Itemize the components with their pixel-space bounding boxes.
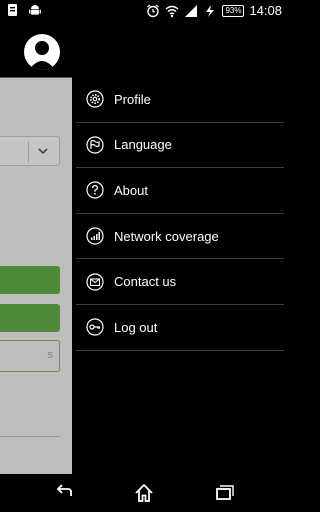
status-bar: 93% 14:08 (0, 0, 288, 22)
app-header (0, 22, 72, 78)
chevron-down-icon (38, 148, 48, 155)
signal-icon (185, 4, 198, 17)
question-icon (86, 181, 104, 200)
dropdown-select[interactable] (0, 136, 60, 166)
menu-item-log-out[interactable]: Log out (76, 305, 284, 351)
dropdown-divider (28, 141, 29, 163)
navigation-drawer: Profile Language About Network coverage … (72, 22, 288, 474)
outline-button-label: s (47, 349, 54, 361)
system-nav-bar (0, 474, 288, 512)
clock: 14:08 (249, 3, 282, 18)
secondary-button[interactable] (0, 304, 60, 332)
menu-item-profile[interactable]: Profile (76, 77, 284, 123)
underlying-page: s (0, 22, 72, 474)
back-icon[interactable] (54, 483, 74, 503)
avatar[interactable] (24, 34, 60, 70)
menu-item-language[interactable]: Language (76, 123, 284, 169)
envelope-icon (86, 273, 104, 291)
header-divider (0, 77, 72, 78)
drawer-menu: Profile Language About Network coverage … (76, 77, 284, 351)
battery-level: 93% (222, 4, 245, 17)
gear-icon (86, 90, 104, 108)
android-icon (29, 5, 41, 15)
menu-item-label: Log out (114, 319, 158, 335)
alarm-icon (147, 4, 160, 17)
wifi-icon (165, 5, 179, 17)
bottom-divider (0, 436, 60, 437)
menu-item-network-coverage[interactable]: Network coverage (76, 214, 284, 260)
menu-item-about[interactable]: About (76, 168, 284, 214)
charging-icon (206, 4, 215, 17)
notification-icon (8, 4, 17, 16)
menu-item-label: Language (114, 137, 172, 153)
home-icon[interactable] (134, 483, 154, 503)
outline-button[interactable]: s (0, 340, 60, 372)
menu-item-contact-us[interactable]: Contact us (76, 259, 284, 305)
recent-apps-icon[interactable] (214, 483, 234, 503)
user-icon (29, 41, 55, 70)
key-icon (86, 318, 104, 336)
signal-bars-icon (86, 227, 104, 245)
flag-icon (86, 136, 104, 154)
primary-button[interactable] (0, 266, 60, 294)
menu-item-label: Contact us (114, 274, 177, 290)
menu-item-label: About (114, 182, 148, 198)
menu-item-label: Network coverage (114, 228, 219, 244)
menu-item-label: Profile (114, 91, 151, 107)
